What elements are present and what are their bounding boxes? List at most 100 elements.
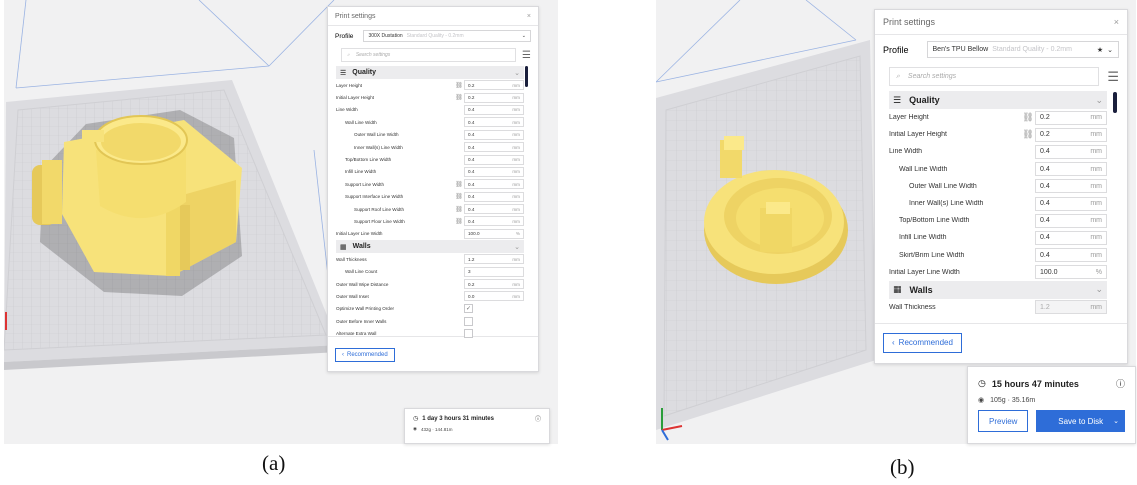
setting-label: Initial Layer Height — [889, 131, 947, 139]
search-input[interactable]: ⌕ Search settings — [889, 67, 1100, 86]
setting-value-field[interactable]: 0.2 mm — [1035, 127, 1107, 142]
setting-value-field[interactable]: 0.2 mm — [464, 279, 524, 290]
material-usage: 105g · 35.16m — [990, 396, 1036, 404]
setting-value-field[interactable]: 0.4 mm — [1035, 230, 1107, 245]
print-time: 15 hours 47 minutes — [991, 378, 1079, 389]
setting-value: 0.4 — [468, 194, 475, 200]
star-icon[interactable]: ★ — [1097, 47, 1103, 54]
category-quality[interactable]: ☰ Quality ⌄ — [336, 66, 524, 79]
setting-value-field[interactable]: 0.4 mm — [464, 104, 524, 115]
profile-label: Profile — [883, 44, 909, 55]
setting-label: Outer Wall Wipe Distance — [336, 281, 389, 287]
setting-checkbox[interactable]: ✓ — [464, 304, 473, 314]
setting-value-field[interactable]: 0.4 mm — [1035, 248, 1107, 263]
setting-value: 0.4 — [1040, 200, 1050, 208]
link-icon[interactable]: ⛓ — [454, 206, 464, 213]
profile-select[interactable]: 300X Dustation Standard Quality - 0.2mm ⌄ — [363, 30, 531, 42]
setting-value-field[interactable]: 0.4 mm — [464, 191, 524, 202]
preview-button[interactable]: Preview — [978, 410, 1029, 432]
link-icon[interactable]: ⛓ — [454, 94, 464, 101]
setting-label: Wall Line Count — [345, 269, 378, 275]
setting-value: 0.4 — [1040, 165, 1050, 173]
search-icon: ⌕ — [896, 72, 900, 80]
setting-unit: mm — [512, 206, 520, 212]
category-walls[interactable]: ▦ Walls ⌄ — [336, 240, 524, 254]
link-icon[interactable]: ⛓ — [454, 181, 464, 188]
setting-unit: mm — [1090, 114, 1102, 122]
setting-checkbox[interactable] — [464, 329, 473, 339]
setting-unit: mm — [512, 132, 520, 138]
menu-icon[interactable]: ☰ — [1107, 69, 1119, 85]
setting-row: Wall Thickness 1.2 mm — [889, 299, 1107, 316]
recommended-button[interactable]: ‹ Recommended — [335, 348, 395, 362]
setting-value-field[interactable]: 0.4 mm — [464, 216, 524, 227]
setting-label: Outer Wall Line Width — [909, 182, 977, 190]
search-input[interactable]: ⌕ Search settings — [341, 48, 517, 62]
category-walls[interactable]: ▦ Walls ⌄ — [889, 280, 1107, 299]
settings-list[interactable]: ☰ Quality ⌄ Layer Height ⛓ 0.2 mm Initial La… — [875, 91, 1127, 323]
recommended-button[interactable]: ‹ Recommended — [883, 332, 962, 353]
setting-row: Support Roof Line Width ⛓ 0.4 mm — [336, 203, 524, 215]
chevron-down-icon[interactable]: ⌄ — [1113, 417, 1119, 425]
profile-subtitle: Standard Quality - 0.2mm — [992, 46, 1072, 53]
setting-value-field[interactable]: 0.4 mm — [464, 204, 524, 215]
setting-value-field[interactable]: 0.4 mm — [1035, 162, 1107, 177]
setting-value-field[interactable]: 100.0% — [1035, 265, 1107, 280]
setting-value: 0.2 — [468, 281, 475, 287]
link-icon[interactable]: ⛓ — [454, 193, 464, 200]
setting-label: Outer Wall Inset — [336, 293, 369, 299]
setting-value-field[interactable]: 0.2 mm — [1035, 110, 1107, 125]
settings-list[interactable]: ☰ Quality ⌄ Layer Height ⛓ 0.2 mm Initial La… — [328, 66, 538, 339]
setting-value-field[interactable]: 0.2 mm — [464, 80, 524, 91]
setting-row: Outer Wall Wipe Distance 0.2 mm — [336, 278, 524, 290]
setting-unit: mm — [1090, 131, 1102, 139]
setting-value-field[interactable]: 0.4 mm — [464, 166, 524, 177]
setting-value: 0.4 — [1040, 251, 1050, 259]
setting-value-field[interactable]: 0.4 mm — [464, 142, 524, 153]
setting-value-field[interactable]: 0.4 mm — [464, 117, 524, 128]
setting-unit: mm — [512, 107, 520, 113]
setting-row: Line Width 0.4 mm — [889, 143, 1107, 160]
link-icon[interactable]: ⛓ — [1021, 129, 1035, 140]
setting-value-field[interactable]: 0.4 mm — [1035, 179, 1107, 194]
setting-value-field[interactable]: 0.4 mm — [464, 154, 524, 165]
setting-unit: mm — [1090, 217, 1102, 225]
setting-value-field[interactable]: 0.0 mm — [464, 291, 524, 302]
setting-value-field[interactable]: 3 — [464, 266, 524, 277]
close-icon[interactable]: × — [1114, 17, 1119, 27]
print-info-b: ◷ 15 hours 47 minutes ⓘ ◉ 105g · 35.16m … — [967, 366, 1136, 444]
info-icon[interactable]: ⓘ — [535, 414, 541, 423]
close-icon[interactable]: × — [527, 13, 531, 20]
search-placeholder: Search settings — [907, 73, 957, 80]
setting-row: Initial Layer Line Width 100.0% — [336, 228, 524, 240]
setting-value-field[interactable]: 0.4 mm — [464, 179, 524, 190]
profile-label: Profile — [335, 32, 354, 40]
setting-label: Inner Wall(s) Line Width — [354, 144, 403, 150]
setting-value-field[interactable]: 0.2 mm — [464, 92, 524, 103]
setting-value-field[interactable]: 0.4 mm — [464, 129, 524, 140]
scrollbar-handle[interactable] — [1113, 92, 1117, 113]
setting-value: 0.4 — [468, 206, 475, 212]
setting-value-field[interactable]: 0.4 mm — [1035, 213, 1107, 228]
category-quality[interactable]: ☰ Quality ⌄ — [889, 91, 1107, 109]
setting-value-field[interactable]: 1.2 mm — [464, 254, 524, 265]
chevron-down-icon: ⌄ — [521, 33, 526, 39]
setting-value-field[interactable]: 0.4 mm — [1035, 196, 1107, 211]
link-icon[interactable]: ⛓ — [1021, 112, 1035, 123]
setting-value: 0.2 — [1040, 131, 1050, 139]
setting-value-field[interactable]: 0.4 mm — [1035, 144, 1107, 159]
save-to-disk-button[interactable]: Save to Disk ⌄ — [1036, 410, 1125, 432]
setting-row: Support Line Width ⛓ 0.4 mm — [336, 178, 524, 190]
setting-label: Support Line Width — [345, 181, 385, 187]
info-icon[interactable]: ⓘ — [1116, 377, 1125, 390]
setting-value-field[interactable]: 100.0% — [464, 228, 524, 239]
menu-icon[interactable]: ☰ — [522, 50, 531, 61]
profile-select[interactable]: Ben's TPU Bellow Standard Quality - 0.2mm… — [926, 41, 1119, 58]
link-icon[interactable]: ⛓ — [454, 82, 464, 89]
setting-value-field[interactable]: 1.2 mm — [1035, 300, 1107, 315]
scrollbar-handle[interactable] — [525, 66, 528, 87]
setting-row: Layer Height ⛓ 0.2 mm — [889, 109, 1107, 126]
link-icon[interactable]: ⛓ — [454, 218, 464, 225]
setting-checkbox[interactable] — [464, 316, 473, 326]
setting-row: Inner Wall(s) Line Width 0.4 mm — [336, 141, 524, 153]
